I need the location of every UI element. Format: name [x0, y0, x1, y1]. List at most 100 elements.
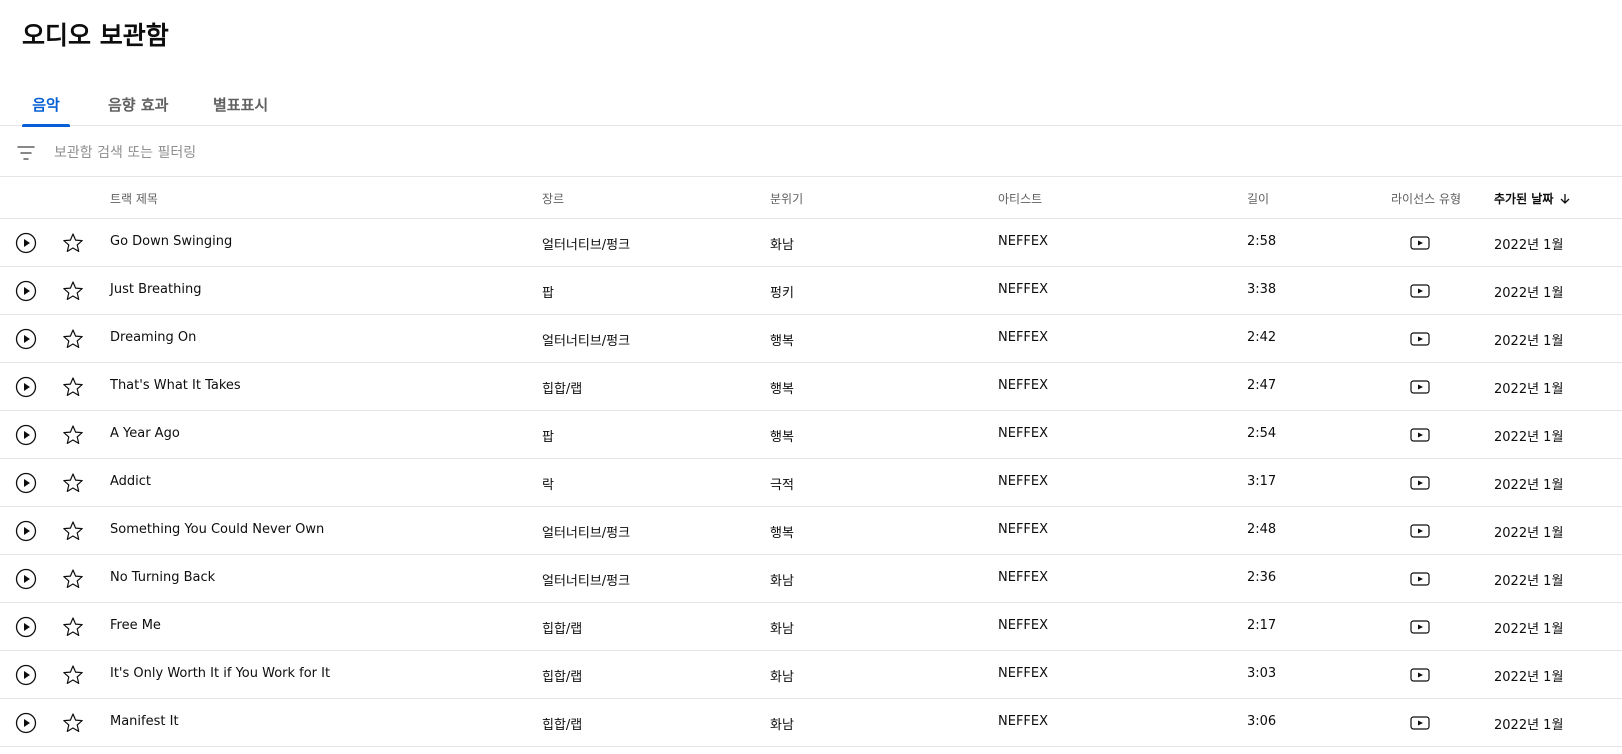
track-date-added: 2022년 1월: [1494, 574, 1564, 589]
play-circle-icon[interactable]: [14, 279, 38, 303]
track-length: 2:36: [1247, 570, 1277, 585]
star-outline-icon[interactable]: [61, 375, 85, 399]
star-outline-icon[interactable]: [61, 519, 85, 543]
star-outline-icon[interactable]: [61, 279, 85, 303]
track-length: 2:54: [1247, 426, 1277, 441]
track-title: Free Me: [110, 618, 161, 633]
table-row[interactable]: Addict 락 극적 NEFFEX 3:17 2022년 1월: [0, 459, 1622, 507]
track-genre: 얼터너티브/펑크: [542, 574, 631, 589]
track-date-added: 2022년 1월: [1494, 286, 1564, 301]
track-artist: NEFFEX: [998, 426, 1049, 441]
track-mood: 화남: [770, 574, 794, 589]
youtube-license-icon: [1410, 572, 1430, 586]
play-circle-icon[interactable]: [14, 519, 38, 543]
track-mood: 극적: [770, 478, 794, 493]
youtube-license-icon: [1410, 380, 1430, 394]
track-artist: NEFFEX: [998, 330, 1049, 345]
star-outline-icon[interactable]: [61, 327, 85, 351]
track-artist: NEFFEX: [998, 474, 1049, 489]
tab-music[interactable]: 음악: [22, 86, 70, 127]
track-title: Go Down Swinging: [110, 234, 233, 249]
track-length: 2:58: [1247, 234, 1277, 249]
track-mood: 화남: [770, 670, 794, 685]
youtube-license-icon: [1410, 236, 1430, 250]
track-title: Just Breathing: [110, 282, 202, 297]
play-circle-icon[interactable]: [14, 423, 38, 447]
track-artist: NEFFEX: [998, 570, 1049, 585]
table-row[interactable]: That's What It Takes 힙합/랩 행복 NEFFEX 2:47…: [0, 363, 1622, 411]
track-artist: NEFFEX: [998, 714, 1049, 729]
column-header-title[interactable]: 트랙 제목: [110, 190, 158, 207]
youtube-license-icon: [1410, 428, 1430, 442]
play-circle-icon[interactable]: [14, 663, 38, 687]
table-row[interactable]: A Year Ago 팝 행복 NEFFEX 2:54 2022년 1월: [0, 411, 1622, 459]
table-row[interactable]: Manifest It 힙합/랩 화남 NEFFEX 3:06 2022년 1월: [0, 699, 1622, 747]
track-mood: 행복: [770, 334, 794, 349]
play-circle-icon[interactable]: [14, 375, 38, 399]
table-row[interactable]: Something You Could Never Own 얼터너티브/펑크 행…: [0, 507, 1622, 555]
track-mood: 행복: [770, 430, 794, 445]
play-circle-icon[interactable]: [14, 327, 38, 351]
track-mood: 화남: [770, 238, 794, 253]
track-mood: 화남: [770, 622, 794, 637]
track-artist: NEFFEX: [998, 522, 1049, 537]
youtube-license-icon: [1410, 476, 1430, 490]
track-length: 2:48: [1247, 522, 1277, 537]
column-header-mood[interactable]: 분위기: [770, 190, 803, 207]
table-row[interactable]: Just Breathing 팝 펑키 NEFFEX 3:38 2022년 1월: [0, 267, 1622, 315]
column-header-date-added[interactable]: 추가된 날짜: [1494, 190, 1571, 207]
youtube-license-icon: [1410, 284, 1430, 298]
track-title: Addict: [110, 474, 152, 489]
track-artist: NEFFEX: [998, 378, 1049, 393]
track-mood: 행복: [770, 526, 794, 541]
column-header-genre[interactable]: 장르: [542, 190, 564, 207]
page-title: 오디오 보관함: [22, 21, 169, 50]
play-circle-icon[interactable]: [14, 471, 38, 495]
track-date-added: 2022년 1월: [1494, 430, 1564, 445]
play-circle-icon[interactable]: [14, 567, 38, 591]
track-length: 3:03: [1247, 666, 1277, 681]
track-artist: NEFFEX: [998, 666, 1049, 681]
track-title: That's What It Takes: [110, 378, 241, 393]
track-date-added: 2022년 1월: [1494, 478, 1564, 493]
track-mood: 화남: [770, 718, 794, 733]
track-title: It's Only Worth It if You Work for It: [110, 666, 331, 681]
track-mood: 행복: [770, 382, 794, 397]
youtube-license-icon: [1410, 620, 1430, 634]
search-input[interactable]: [54, 139, 654, 167]
table-row[interactable]: No Turning Back 얼터너티브/펑크 화남 NEFFEX 2:36 …: [0, 555, 1622, 603]
star-outline-icon[interactable]: [61, 663, 85, 687]
youtube-license-icon: [1410, 716, 1430, 730]
table-row[interactable]: Dreaming On 얼터너티브/펑크 행복 NEFFEX 2:42 2022…: [0, 315, 1622, 363]
track-date-added: 2022년 1월: [1494, 670, 1564, 685]
column-header-length[interactable]: 길이: [1247, 190, 1269, 207]
star-outline-icon[interactable]: [61, 615, 85, 639]
track-genre: 힙합/랩: [542, 670, 583, 685]
star-outline-icon[interactable]: [61, 471, 85, 495]
star-outline-icon[interactable]: [61, 711, 85, 735]
column-header-date-label: 추가된 날짜: [1494, 192, 1554, 206]
track-genre: 락: [542, 478, 554, 493]
column-header-license[interactable]: 라이선스 유형: [1391, 190, 1461, 207]
track-date-added: 2022년 1월: [1494, 382, 1564, 397]
play-circle-icon[interactable]: [14, 711, 38, 735]
track-title: Something You Could Never Own: [110, 522, 325, 537]
track-artist: NEFFEX: [998, 234, 1049, 249]
track-length: 3:38: [1247, 282, 1277, 297]
star-outline-icon[interactable]: [61, 423, 85, 447]
track-genre: 얼터너티브/펑크: [542, 334, 631, 349]
tab-starred[interactable]: 별표표시: [213, 86, 309, 126]
track-artist: NEFFEX: [998, 618, 1049, 633]
play-circle-icon[interactable]: [14, 231, 38, 255]
tab-sound-effects[interactable]: 음향 효과: [108, 86, 204, 126]
column-header-artist[interactable]: 아티스트: [998, 190, 1042, 207]
table-row[interactable]: Free Me 힙합/랩 화남 NEFFEX 2:17 2022년 1월: [0, 603, 1622, 651]
star-outline-icon[interactable]: [61, 567, 85, 591]
track-mood: 펑키: [770, 286, 794, 301]
table-row[interactable]: Go Down Swinging 얼터너티브/펑크 화남 NEFFEX 2:58…: [0, 219, 1622, 267]
filter-icon[interactable]: [16, 143, 36, 163]
star-outline-icon[interactable]: [61, 231, 85, 255]
table-row[interactable]: It's Only Worth It if You Work for It 힙합…: [0, 651, 1622, 699]
play-circle-icon[interactable]: [14, 615, 38, 639]
track-date-added: 2022년 1월: [1494, 622, 1564, 637]
